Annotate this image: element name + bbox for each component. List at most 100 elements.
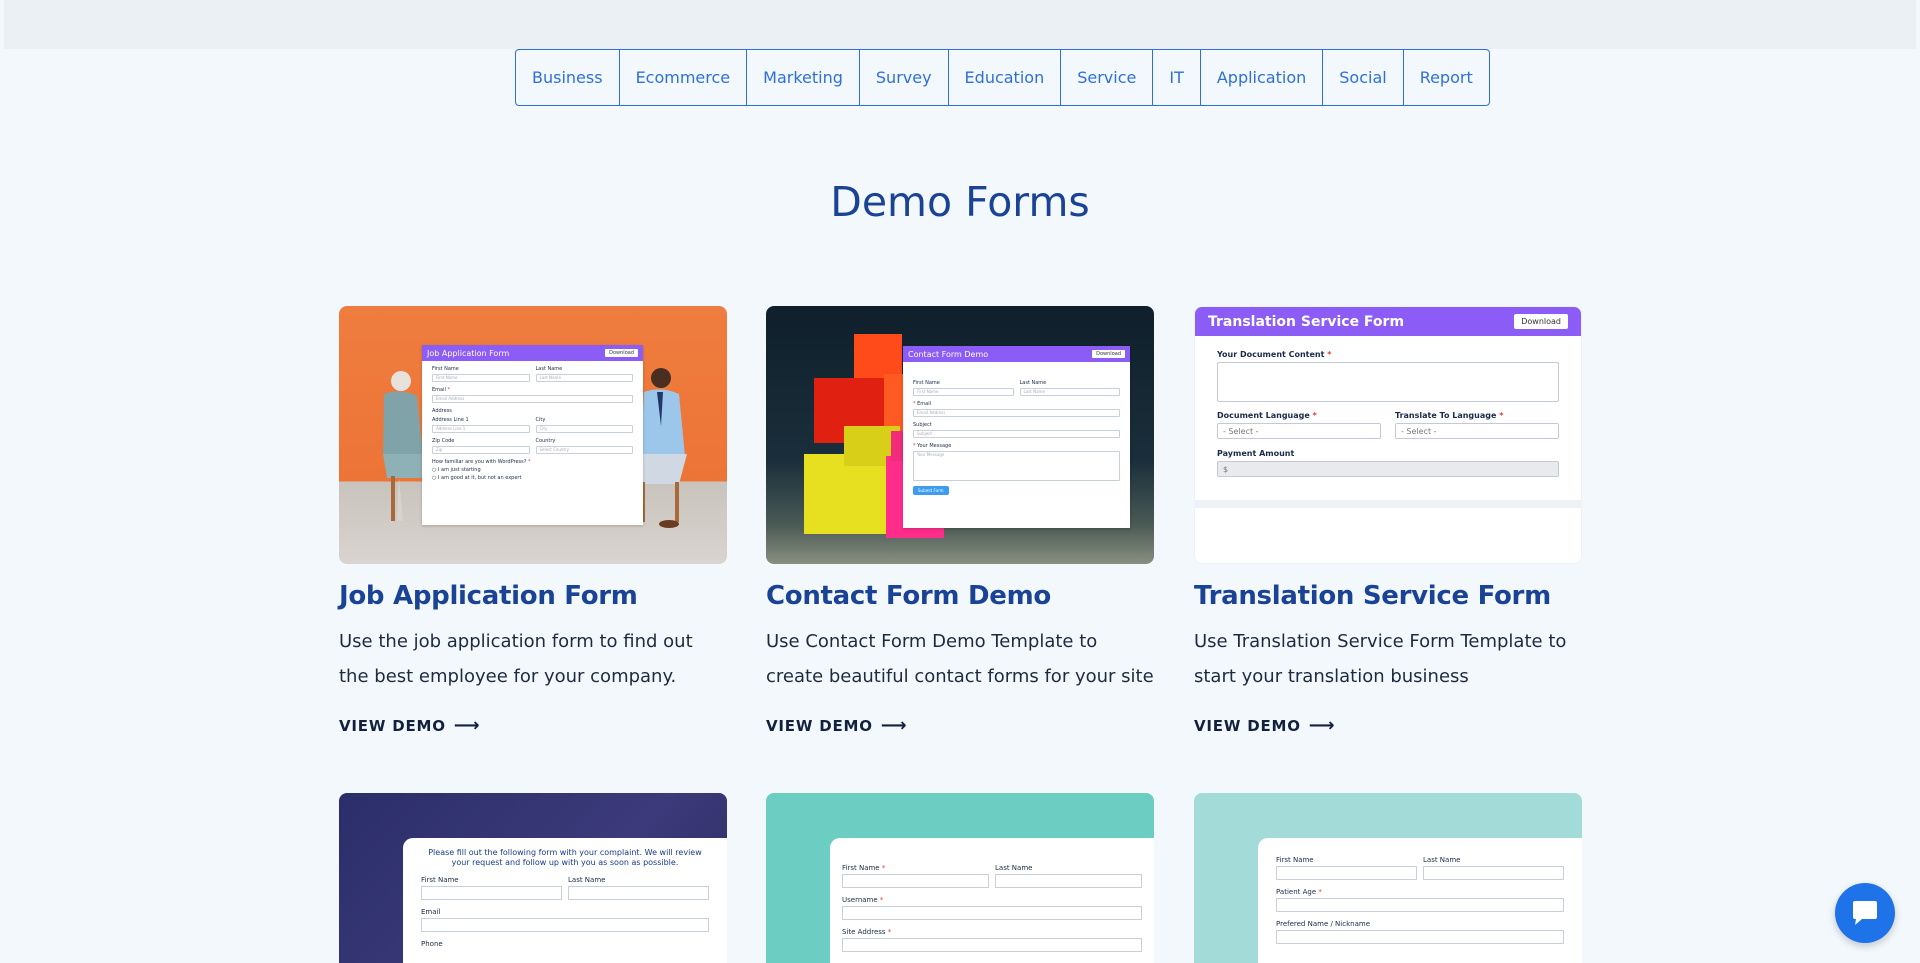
field-label: Email (421, 908, 441, 916)
card-thumbnail[interactable]: First Name * Last Name Username * Site A… (766, 793, 1154, 963)
field-label: Prefered Name / Nickname (1276, 920, 1370, 928)
last-name-field (995, 874, 1142, 888)
radio-option: ○ I am just starting (432, 467, 481, 473)
view-demo-link[interactable]: VIEW DEMO ⟶ (766, 715, 907, 736)
form-preview: Please fill out the following form with … (403, 838, 727, 963)
view-demo-link[interactable]: VIEW DEMO ⟶ (339, 715, 480, 736)
view-demo-link[interactable]: VIEW DEMO ⟶ (1194, 715, 1335, 736)
field-label: Document Language * (1217, 411, 1317, 420)
tab-marketing[interactable]: Marketing (747, 50, 860, 105)
field-label: How familiar are you with WordPress? * (432, 459, 531, 465)
field-label: Last Name (1019, 380, 1047, 386)
field-label: * Your Message (913, 443, 952, 449)
form-preview-header: Contact Form Demo Download (903, 346, 1130, 362)
form-intro: Please fill out the following form with … (428, 848, 702, 867)
email-field (421, 918, 709, 932)
card-description: Use the job application form to find out… (339, 631, 693, 687)
card-thumbnail[interactable]: Contact Form Demo Download First Name Fir… (766, 306, 1154, 564)
arrow-right-icon: ⟶ (1308, 715, 1336, 736)
last-name-field: Last Name (1019, 388, 1120, 396)
email-field: Email Address (913, 409, 1120, 417)
card-thumbnail[interactable]: First Name Last Name Patient Age * Prefe… (1194, 793, 1582, 963)
field-label: Address Line 1 (432, 417, 469, 423)
city-field: City (535, 425, 633, 433)
form-preview-header: Job Application Form Download (422, 345, 643, 361)
preferred-name-field (1276, 930, 1564, 944)
card-title[interactable]: Job Application Form (339, 581, 727, 611)
card-translation-service: Translation Service Form Download Your D… (1194, 306, 1582, 736)
form-preview: Your Document Content * Document Languag… (1195, 336, 1581, 477)
field-label: Last Name (568, 876, 606, 884)
card-complaint-form: Please fill out the following form with … (339, 793, 727, 963)
tab-business[interactable]: Business (516, 50, 620, 105)
field-label: Translate To Language * (1395, 411, 1504, 420)
card-job-application: Job Application Form Download First Name… (339, 306, 727, 736)
card-title[interactable]: Contact Form Demo (766, 581, 1154, 611)
field-label: Subject (913, 422, 932, 428)
field-label: Country (535, 438, 556, 444)
last-name-field (568, 886, 709, 900)
field-label: Phone (421, 940, 443, 948)
card-thumbnail[interactable]: Please fill out the following form with … (339, 793, 727, 963)
payment-field: $ (1217, 461, 1559, 477)
form-preview-title: Job Application Form (427, 348, 510, 358)
document-content-field (1217, 362, 1559, 402)
site-address-field (842, 938, 1142, 952)
field-label: City (535, 417, 546, 423)
field-label: Address (432, 408, 452, 414)
chat-icon (1853, 901, 1877, 925)
tab-service[interactable]: Service (1061, 50, 1154, 105)
field-label: Last Name (535, 366, 563, 372)
category-tabs: Business Ecommerce Marketing Survey Educ… (515, 49, 1490, 106)
card-description: Use Translation Service Form Template to… (1194, 631, 1567, 687)
tab-social[interactable]: Social (1323, 50, 1404, 105)
message-field: Your Message (913, 451, 1120, 481)
section-title: Demo Forms (830, 178, 1090, 226)
document-language-select: - Select - (1217, 423, 1381, 439)
chat-button[interactable] (1835, 883, 1895, 943)
field-label: First Name (1276, 856, 1314, 864)
email-field: Email Address (432, 395, 633, 403)
subject-field: Subject (913, 430, 1120, 438)
address-field: Address Line 1 (432, 425, 530, 433)
field-label: First Name (913, 380, 940, 386)
submit-button: Submit Form (913, 486, 949, 495)
username-field (842, 906, 1142, 920)
first-name-field: First Name (913, 388, 1014, 396)
card-thumbnail[interactable]: Translation Service Form Download Your D… (1194, 306, 1582, 564)
tab-education[interactable]: Education (949, 50, 1062, 105)
first-name-field (1276, 866, 1417, 880)
form-preview-title: Contact Form Demo (908, 349, 989, 359)
field-label: Last Name (1423, 856, 1461, 864)
tab-it[interactable]: IT (1153, 50, 1201, 105)
field-label: Payment Amount (1217, 449, 1295, 458)
field-label: Zip Code (432, 438, 455, 444)
card-title[interactable]: Translation Service Form (1194, 581, 1582, 611)
form-preview: Job Application Form Download First Name… (422, 345, 643, 525)
radio-option: ○ I am good at it, but not an expert (432, 475, 522, 481)
tab-survey[interactable]: Survey (860, 50, 949, 105)
card-patient-form: First Name Last Name Patient Age * Prefe… (1194, 793, 1582, 963)
card-contact-form: Contact Form Demo Download First Name Fir… (766, 306, 1154, 736)
field-label: * Email (913, 401, 931, 407)
last-name-field (1423, 866, 1564, 880)
card-description: Use Contact Form Demo Template to create… (766, 631, 1154, 687)
field-label: Username * (842, 896, 884, 904)
view-demo-label: VIEW DEMO (766, 716, 873, 735)
field-label: First Name * (842, 864, 886, 872)
patient-age-field (1276, 898, 1564, 912)
last-name-field: Last Name (535, 374, 633, 382)
first-name-field (421, 886, 562, 900)
download-button: Download (1514, 314, 1568, 329)
top-band (4, 0, 1916, 49)
form-preview: Contact Form Demo Download First Name Fir… (903, 346, 1130, 528)
tab-report[interactable]: Report (1404, 50, 1489, 105)
field-label: Patient Age * (1276, 888, 1322, 896)
arrow-right-icon: ⟶ (880, 715, 908, 736)
field-label: Last Name (995, 864, 1033, 872)
tab-ecommerce[interactable]: Ecommerce (620, 50, 748, 105)
download-button: Download (605, 349, 638, 357)
tab-application[interactable]: Application (1201, 50, 1324, 105)
card-thumbnail[interactable]: Job Application Form Download First Name… (339, 306, 727, 564)
form-preview: First Name * Last Name Username * Site A… (830, 838, 1154, 963)
